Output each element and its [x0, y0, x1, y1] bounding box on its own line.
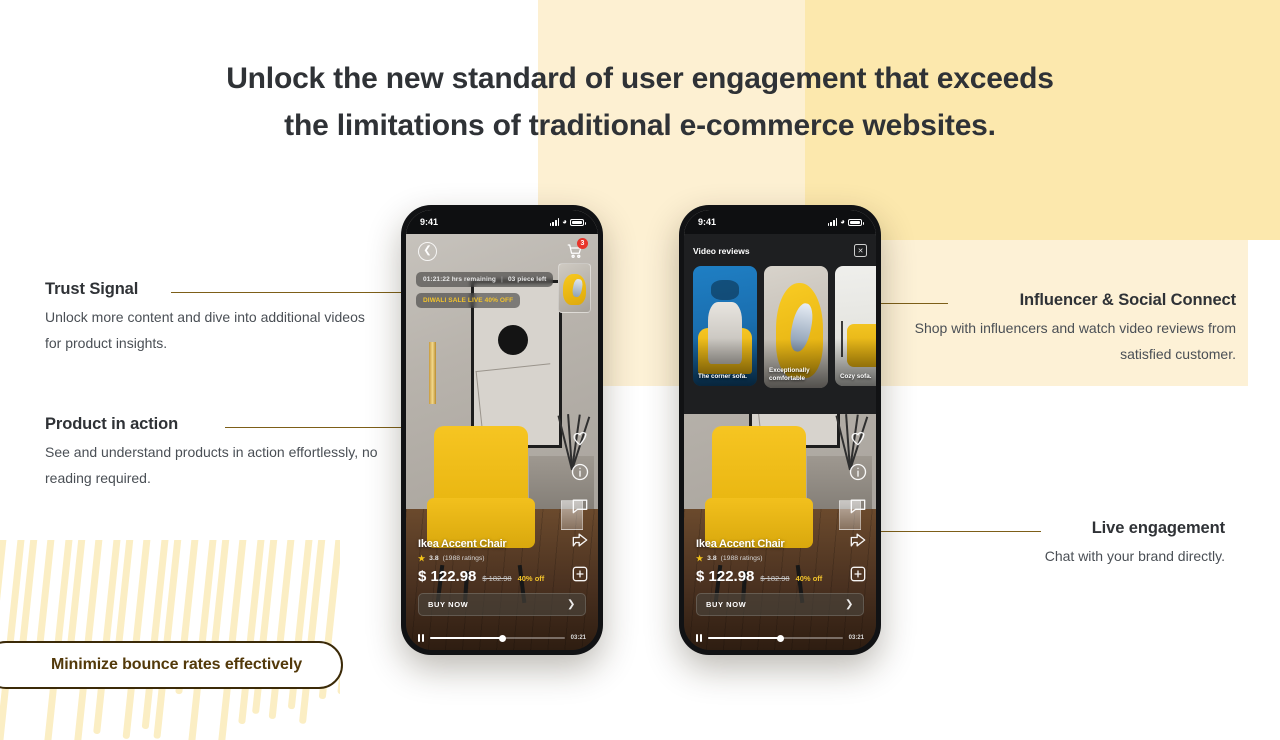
- video-reviews-title: Video reviews: [693, 245, 750, 256]
- pause-icon[interactable]: [696, 634, 702, 642]
- video-reviews-panel: Video reviews ✕ The corner sofa. Excepti…: [684, 234, 876, 414]
- chip-separator: |: [501, 276, 503, 283]
- countdown-text: 01:21:22 hrs remaining: [423, 276, 497, 283]
- phone2-product-info: Ikea Accent Chair ★ 3.8 (1988 ratings) $…: [684, 538, 876, 616]
- pause-icon[interactable]: [418, 634, 424, 642]
- chat-bubble-icon[interactable]: [848, 496, 868, 516]
- influencer-thumbnail[interactable]: [558, 263, 591, 313]
- phone1-status-bar: 9:41 ◕: [406, 210, 598, 234]
- product-name: Ikea Accent Chair: [418, 538, 507, 550]
- star-icon: ★: [418, 554, 426, 563]
- product-ratings-count: (1988 ratings): [442, 555, 485, 562]
- phone1-product-info: Ikea Accent Chair ★ 3.8 (1988 ratings) $…: [406, 538, 598, 616]
- stock-text: 03 piece left: [507, 276, 547, 283]
- video-review-card-list: The corner sofa. Exceptionally comfortab…: [693, 266, 876, 388]
- buy-now-label: BUY NOW: [706, 600, 747, 609]
- product-price: $ 122.98: [418, 568, 477, 585]
- status-time: 9:41: [698, 217, 717, 227]
- shopping-cart-icon[interactable]: 3: [566, 238, 588, 260]
- video-timestamp: 03:21: [848, 635, 864, 641]
- video-review-caption: The corner sofa.: [698, 373, 747, 381]
- callout-trust-signal: Trust Signal Unlock more content and div…: [45, 280, 375, 357]
- video-review-caption: Cozy sofa.: [840, 373, 872, 381]
- product-name: Ikea Accent Chair: [696, 538, 785, 550]
- battery-icon: [570, 219, 586, 226]
- video-review-caption: Exceptionally comfortable: [769, 367, 810, 383]
- phone1-promo-chips: 01:21:22 hrs remaining | 03 piece left D…: [416, 268, 554, 308]
- cellular-signal-icon: [549, 218, 560, 226]
- wifi-icon: ◕: [562, 217, 567, 226]
- chevron-right-icon: ❯: [567, 599, 576, 610]
- heart-icon[interactable]: [848, 428, 868, 448]
- chevron-right-icon: ❯: [845, 599, 854, 610]
- bounce-rate-badge: Minimize bounce rates effectively: [0, 641, 343, 689]
- product-ratings-count: (1988 ratings): [720, 555, 763, 562]
- video-review-card[interactable]: The corner sofa.: [693, 266, 757, 386]
- countdown-chip: 01:21:22 hrs remaining | 03 piece left: [416, 272, 554, 287]
- phone2-status-bar: 9:41 ◕: [684, 210, 876, 234]
- buy-now-label: BUY NOW: [428, 600, 469, 609]
- buy-now-button[interactable]: BUY NOW ❯: [418, 593, 586, 616]
- info-icon[interactable]: [570, 462, 590, 482]
- badge-label: Minimize bounce rates effectively: [50, 656, 302, 673]
- phone-mockup-video-reviews: 9:41 ◕ Video reviews ✕ The corner sofa. …: [679, 205, 881, 655]
- product-old-price: $ 182.98: [760, 574, 790, 583]
- callout-live-engagement: Live engagement Chat with your brand dir…: [925, 519, 1225, 570]
- product-discount: 40% off: [795, 574, 823, 583]
- phone-mockup-product-page: 9:41 ◕ ❮ 3 01:21:22 hrs remaining | 03 p…: [401, 205, 603, 655]
- phone2-video-player-bar: 03:21: [684, 634, 876, 642]
- callout-description: Shop with influencers and watch video re…: [914, 320, 1236, 362]
- headline-line-1: Unlock the new standard of user engageme…: [226, 62, 1054, 95]
- phone1-video-player-bar: 03:21: [406, 634, 598, 642]
- video-timestamp: 03:21: [570, 635, 586, 641]
- star-icon: ★: [696, 554, 704, 563]
- headline-line-2: the limitations of traditional e-commerc…: [284, 108, 996, 142]
- callout-product-in-action: Product in action See and understand pro…: [45, 415, 385, 492]
- video-progress-bar[interactable]: [708, 634, 843, 642]
- video-review-card[interactable]: Cozy sofa.: [835, 266, 876, 386]
- callout-description: See and understand products in action ef…: [45, 444, 378, 486]
- callout-title: Trust Signal: [45, 280, 139, 298]
- product-old-price: $ 182.98: [482, 574, 512, 583]
- video-review-card[interactable]: Exceptionally comfortable: [764, 266, 828, 388]
- callout-title: Influencer & Social Connect: [1019, 291, 1237, 309]
- chevron-left-icon[interactable]: ❮: [418, 241, 437, 261]
- callout-description: Unlock more content and dive into additi…: [45, 309, 365, 351]
- chat-bubble-icon[interactable]: [570, 496, 590, 516]
- cart-count-badge: 3: [577, 238, 588, 249]
- progress-knob[interactable]: [499, 634, 507, 642]
- close-icon[interactable]: ✕: [854, 244, 867, 257]
- callout-influencer-social-connect: Influencer & Social Connect Shop with in…: [896, 291, 1236, 368]
- info-icon[interactable]: [848, 462, 868, 482]
- heart-icon[interactable]: [570, 428, 590, 448]
- product-rating: 3.8: [429, 555, 439, 562]
- callout-description: Chat with your brand directly.: [1044, 548, 1225, 564]
- wifi-icon: ◕: [840, 217, 845, 226]
- phone2-screen: 9:41 ◕ Video reviews ✕ The corner sofa. …: [684, 210, 876, 650]
- product-rating: 3.8: [707, 555, 717, 562]
- product-price: $ 122.98: [696, 568, 755, 585]
- battery-icon: [848, 219, 864, 226]
- callout-title: Product in action: [45, 415, 179, 433]
- buy-now-button[interactable]: BUY NOW ❯: [696, 593, 864, 616]
- cellular-signal-icon: [827, 218, 838, 226]
- product-discount: 40% off: [517, 574, 545, 583]
- sale-chip: DIWALI SALE LIVE 40% OFF: [416, 293, 521, 308]
- progress-knob[interactable]: [777, 634, 785, 642]
- phone1-screen: 9:41 ◕ ❮ 3 01:21:22 hrs remaining | 03 p…: [406, 210, 598, 650]
- decorative-stripes: [0, 540, 340, 740]
- page-title: Unlock the new standard of user engageme…: [0, 56, 1280, 149]
- callout-title: Live engagement: [1091, 519, 1225, 537]
- video-progress-bar[interactable]: [430, 634, 565, 642]
- status-time: 9:41: [420, 217, 439, 227]
